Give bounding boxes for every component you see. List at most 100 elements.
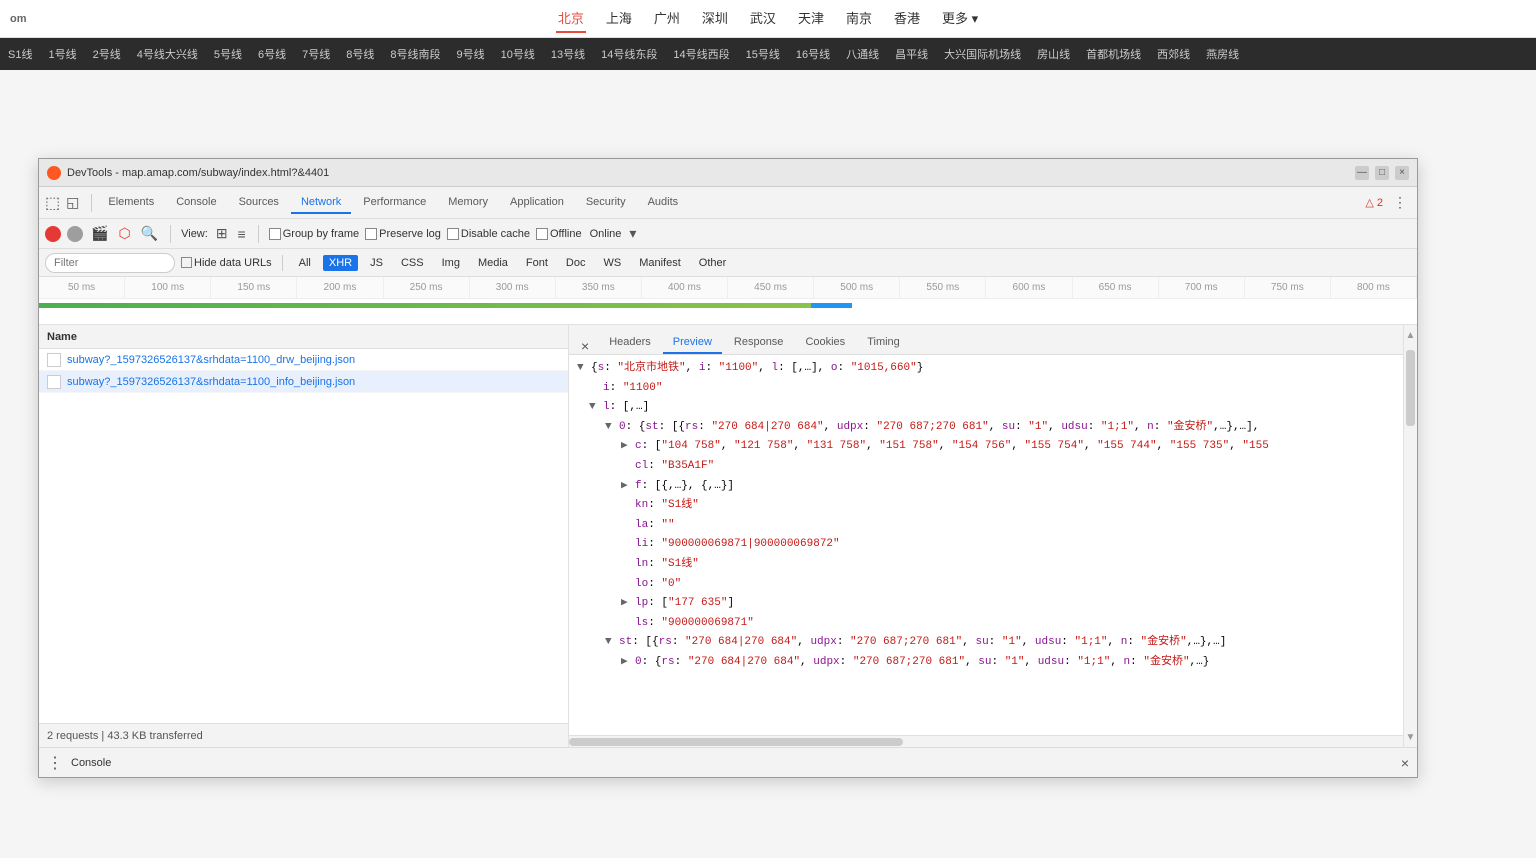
expand-arrow-6[interactable]: ▶ bbox=[621, 478, 633, 496]
line-2[interactable]: 2号线 bbox=[85, 46, 129, 62]
preserve-log-checkbox[interactable] bbox=[365, 228, 377, 240]
line-airport[interactable]: 首都机场线 bbox=[1078, 46, 1149, 62]
console-close-button[interactable]: × bbox=[1401, 755, 1409, 771]
group-by-frame-checkbox[interactable] bbox=[269, 228, 281, 240]
tab-audits[interactable]: Audits bbox=[638, 192, 689, 214]
line-6[interactable]: 6号线 bbox=[250, 46, 294, 62]
filter-type-css[interactable]: CSS bbox=[395, 255, 430, 271]
city-shenzhen[interactable]: 深圳 bbox=[700, 4, 730, 33]
line-14w[interactable]: 14号线西段 bbox=[665, 46, 737, 62]
console-label[interactable]: Console bbox=[71, 757, 111, 769]
line-changping[interactable]: 昌平线 bbox=[887, 46, 936, 62]
filter-type-all[interactable]: All bbox=[293, 255, 317, 271]
city-nanjing[interactable]: 南京 bbox=[844, 4, 874, 33]
tab-performance[interactable]: Performance bbox=[353, 192, 436, 214]
details-close-button[interactable]: × bbox=[575, 338, 595, 354]
disable-cache-checkbox[interactable] bbox=[447, 228, 459, 240]
expand-arrow-15[interactable]: ▶ bbox=[621, 654, 633, 672]
line-7[interactable]: 7号线 bbox=[294, 46, 338, 62]
line-5[interactable]: 5号线 bbox=[206, 46, 250, 62]
filter-type-font[interactable]: Font bbox=[520, 255, 554, 271]
detail-horizontal-scrollbar[interactable] bbox=[569, 735, 1403, 747]
tab-sources[interactable]: Sources bbox=[229, 192, 289, 214]
tab-console[interactable]: Console bbox=[166, 192, 226, 214]
tab-application[interactable]: Application bbox=[500, 192, 574, 214]
list-view-button[interactable]: ⊞ bbox=[214, 223, 230, 244]
expand-arrow-0[interactable]: ▼ bbox=[577, 360, 589, 378]
city-tianjin[interactable]: 天津 bbox=[796, 4, 826, 33]
line-16[interactable]: 16号线 bbox=[788, 46, 838, 62]
filter-type-ws[interactable]: WS bbox=[597, 255, 627, 271]
request-item-2[interactable]: subway?_1597326526137&srhdata=1100_info_… bbox=[39, 371, 568, 393]
expand-arrow-12[interactable]: ▶ bbox=[621, 595, 633, 613]
detail-tab-response[interactable]: Response bbox=[724, 332, 794, 354]
cursor-icon[interactable]: ⬚ bbox=[45, 193, 60, 213]
line-xijiao[interactable]: 西郊线 bbox=[1149, 46, 1198, 62]
line-9[interactable]: 9号线 bbox=[448, 46, 492, 62]
filter-type-manifest[interactable]: Manifest bbox=[633, 255, 687, 271]
expand-arrow-4[interactable]: ▶ bbox=[621, 438, 633, 456]
devtools-menu-button[interactable]: ⋮ bbox=[1389, 192, 1411, 213]
line-13[interactable]: 13号线 bbox=[543, 46, 593, 62]
city-shanghai[interactable]: 上海 bbox=[604, 4, 634, 33]
search-button[interactable]: 🔍 bbox=[139, 223, 160, 244]
detail-tab-headers[interactable]: Headers bbox=[599, 332, 661, 354]
capture-screenshots-button[interactable]: 🎬 bbox=[89, 223, 110, 244]
filter-input[interactable] bbox=[45, 253, 175, 273]
line-airport-daxing[interactable]: 大兴国际机场线 bbox=[936, 46, 1029, 62]
line-15[interactable]: 15号线 bbox=[738, 46, 788, 62]
scroll-thumb[interactable] bbox=[1406, 350, 1415, 426]
request-item-1[interactable]: subway?_1597326526137&srhdata=1100_drw_b… bbox=[39, 349, 568, 371]
filter-type-img[interactable]: Img bbox=[436, 255, 466, 271]
city-hongkong[interactable]: 香港 bbox=[892, 4, 922, 33]
preview-line-11: lo: "0" bbox=[569, 575, 1403, 595]
detail-tab-cookies[interactable]: Cookies bbox=[795, 332, 855, 354]
filter-type-other[interactable]: Other bbox=[693, 255, 733, 271]
waterfall-view-button[interactable]: ≡ bbox=[236, 224, 248, 244]
detail-vertical-scrollbar[interactable]: ▲ ▼ bbox=[1403, 325, 1417, 747]
filter-type-doc[interactable]: Doc bbox=[560, 255, 592, 271]
minimize-button[interactable]: — bbox=[1355, 166, 1369, 180]
filter-type-js[interactable]: JS bbox=[364, 255, 389, 271]
hide-data-urls-checkbox[interactable] bbox=[181, 257, 192, 268]
close-button[interactable]: × bbox=[1395, 166, 1409, 180]
expand-arrow-2[interactable]: ▼ bbox=[589, 399, 601, 417]
console-menu-button[interactable]: ⋮ bbox=[47, 753, 63, 773]
line-yanfang[interactable]: 燕房线 bbox=[1198, 46, 1247, 62]
expand-arrow-14[interactable]: ▼ bbox=[605, 634, 617, 652]
detail-tab-timing[interactable]: Timing bbox=[857, 332, 910, 354]
inspector-icon[interactable]: ◱ bbox=[66, 194, 79, 211]
scroll-up-arrow[interactable]: ▲ bbox=[1404, 325, 1417, 345]
line-10[interactable]: 10号线 bbox=[493, 46, 543, 62]
line-4daxing[interactable]: 4号线大兴线 bbox=[129, 46, 206, 62]
city-beijing[interactable]: 北京 bbox=[556, 4, 586, 33]
city-wuhan[interactable]: 武汉 bbox=[748, 4, 778, 33]
filter-type-media[interactable]: Media bbox=[472, 255, 514, 271]
tab-memory[interactable]: Memory bbox=[438, 192, 498, 214]
tab-security[interactable]: Security bbox=[576, 192, 636, 214]
expand-arrow-3[interactable]: ▼ bbox=[605, 419, 617, 437]
line-14e[interactable]: 14号线东段 bbox=[593, 46, 665, 62]
city-guangzhou[interactable]: 广州 bbox=[652, 4, 682, 33]
line-batong[interactable]: 八通线 bbox=[838, 46, 887, 62]
line-fangshan[interactable]: 房山线 bbox=[1029, 46, 1078, 62]
filter-icon[interactable]: ⬡ bbox=[116, 223, 132, 244]
offline-checkbox[interactable] bbox=[536, 228, 548, 240]
tab-elements[interactable]: Elements bbox=[98, 192, 164, 214]
record-button[interactable] bbox=[45, 226, 61, 242]
filter-type-xhr[interactable]: XHR bbox=[323, 255, 358, 271]
line-8[interactable]: 8号线 bbox=[338, 46, 382, 62]
toolbar-separator bbox=[91, 194, 92, 212]
city-more[interactable]: 更多 ▾ bbox=[940, 4, 980, 33]
detail-scrollbar-thumb[interactable] bbox=[569, 738, 903, 746]
line-s1[interactable]: S1线 bbox=[0, 46, 40, 62]
maximize-button[interactable]: □ bbox=[1375, 166, 1389, 180]
line-8s[interactable]: 8号线南段 bbox=[382, 46, 448, 62]
connection-dropdown[interactable]: ▾ bbox=[627, 223, 638, 244]
line-1[interactable]: 1号线 bbox=[40, 46, 84, 62]
tab-network[interactable]: Network bbox=[291, 192, 351, 214]
scroll-down-arrow[interactable]: ▼ bbox=[1404, 727, 1417, 747]
clear-button[interactable] bbox=[67, 226, 83, 242]
detail-tab-preview[interactable]: Preview bbox=[663, 332, 722, 354]
tick-200: 200 ms bbox=[297, 277, 383, 298]
